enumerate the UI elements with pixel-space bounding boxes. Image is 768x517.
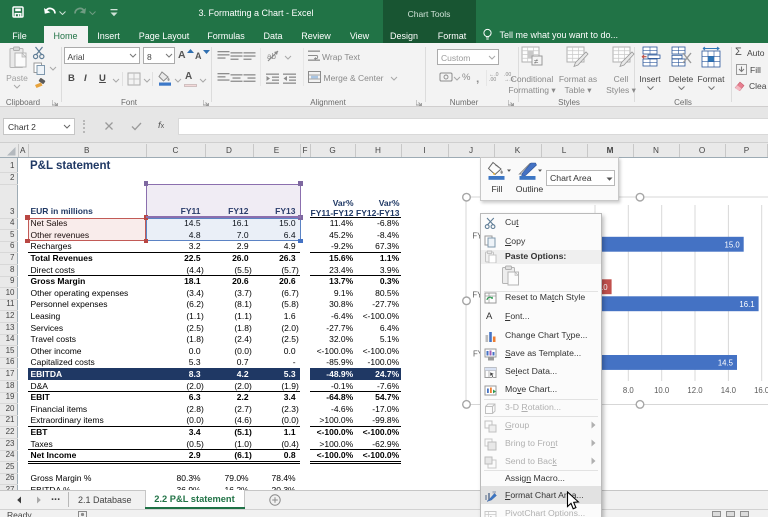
svg-text:8.0: 8.0 xyxy=(623,386,635,395)
svg-text:≠: ≠ xyxy=(534,57,539,66)
svg-text:12.0: 12.0 xyxy=(687,386,703,395)
svg-text:15.0: 15.0 xyxy=(725,240,741,249)
svg-text:14.0: 14.0 xyxy=(721,386,737,395)
svg-text:ab: ab xyxy=(267,52,276,61)
svg-text:10.0: 10.0 xyxy=(654,386,670,395)
svg-text:16.1: 16.1 xyxy=(739,300,754,309)
svg-text:14.5: 14.5 xyxy=(718,359,734,368)
svg-text:16.0: 16.0 xyxy=(754,386,768,395)
